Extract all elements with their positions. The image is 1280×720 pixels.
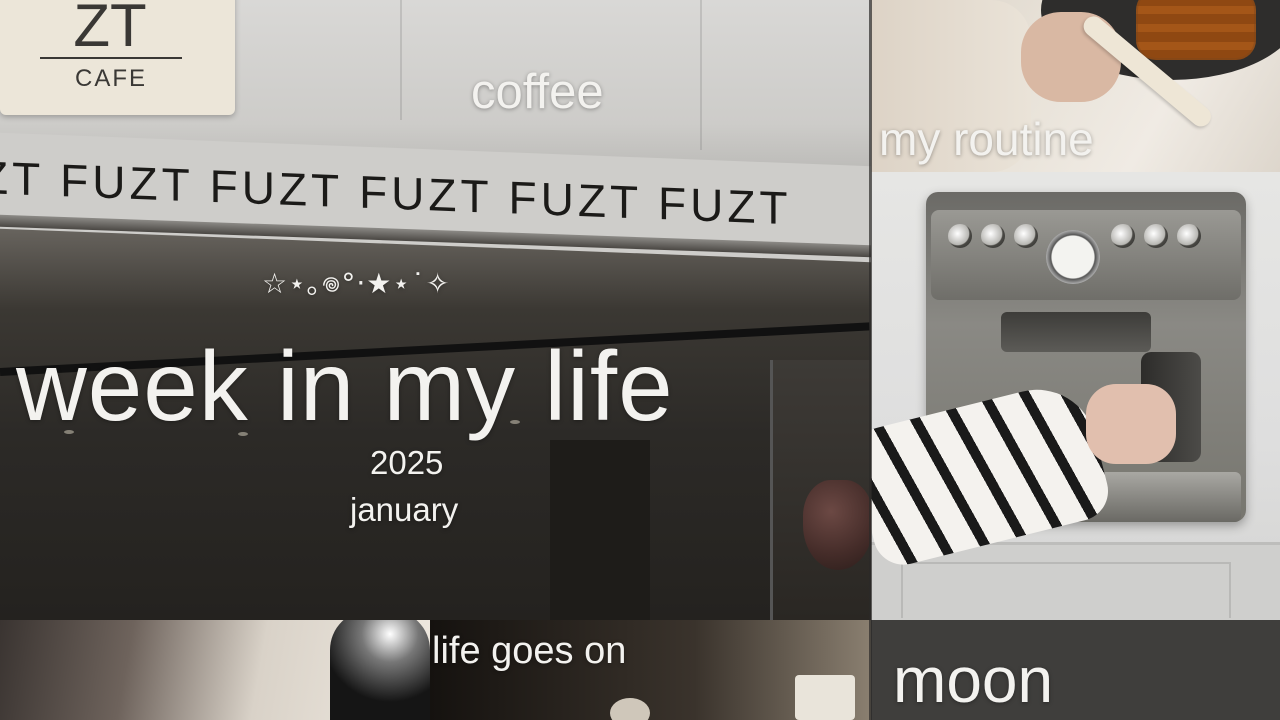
machine-knob [1177, 224, 1201, 248]
machine-knob [1111, 224, 1135, 248]
glass-panel [770, 360, 871, 620]
tile-divider [869, 0, 872, 720]
life-goes-on-label: life goes on [432, 630, 627, 672]
machine-knob [981, 224, 1005, 248]
round-object [610, 698, 650, 720]
drawer [901, 562, 1231, 618]
sparkle-decoration: ☆⋆｡𖦹°‧★⋆˙✧ [262, 267, 451, 300]
cafe-logo-mark: ZT [73, 0, 147, 52]
cafe-sign: ZT CAFE [0, 0, 235, 115]
group-head [1001, 312, 1151, 352]
lamp [330, 620, 430, 720]
waffle [1136, 0, 1256, 60]
year-label: 2025 [370, 444, 444, 481]
hand [1086, 384, 1176, 464]
routine-label: my routine [879, 113, 1094, 165]
pressure-gauge [1046, 230, 1100, 284]
grapes-reflection [803, 480, 871, 570]
machine-knob [948, 224, 972, 248]
wall-seam [400, 0, 402, 120]
cafe-sign-rule [40, 57, 182, 59]
coffee-label: coffee [471, 65, 604, 119]
wall-socket [795, 675, 855, 720]
espresso-photo-tile [871, 172, 1280, 620]
wall-seam [700, 0, 702, 150]
month-label: january [350, 491, 459, 528]
doorway [550, 440, 650, 620]
moon-label: moon [893, 644, 1054, 716]
video-title: week in my life [16, 331, 674, 441]
cafe-sign-caption: CAFE [74, 65, 147, 92]
machine-knob [1014, 224, 1038, 248]
machine-knob [1144, 224, 1168, 248]
